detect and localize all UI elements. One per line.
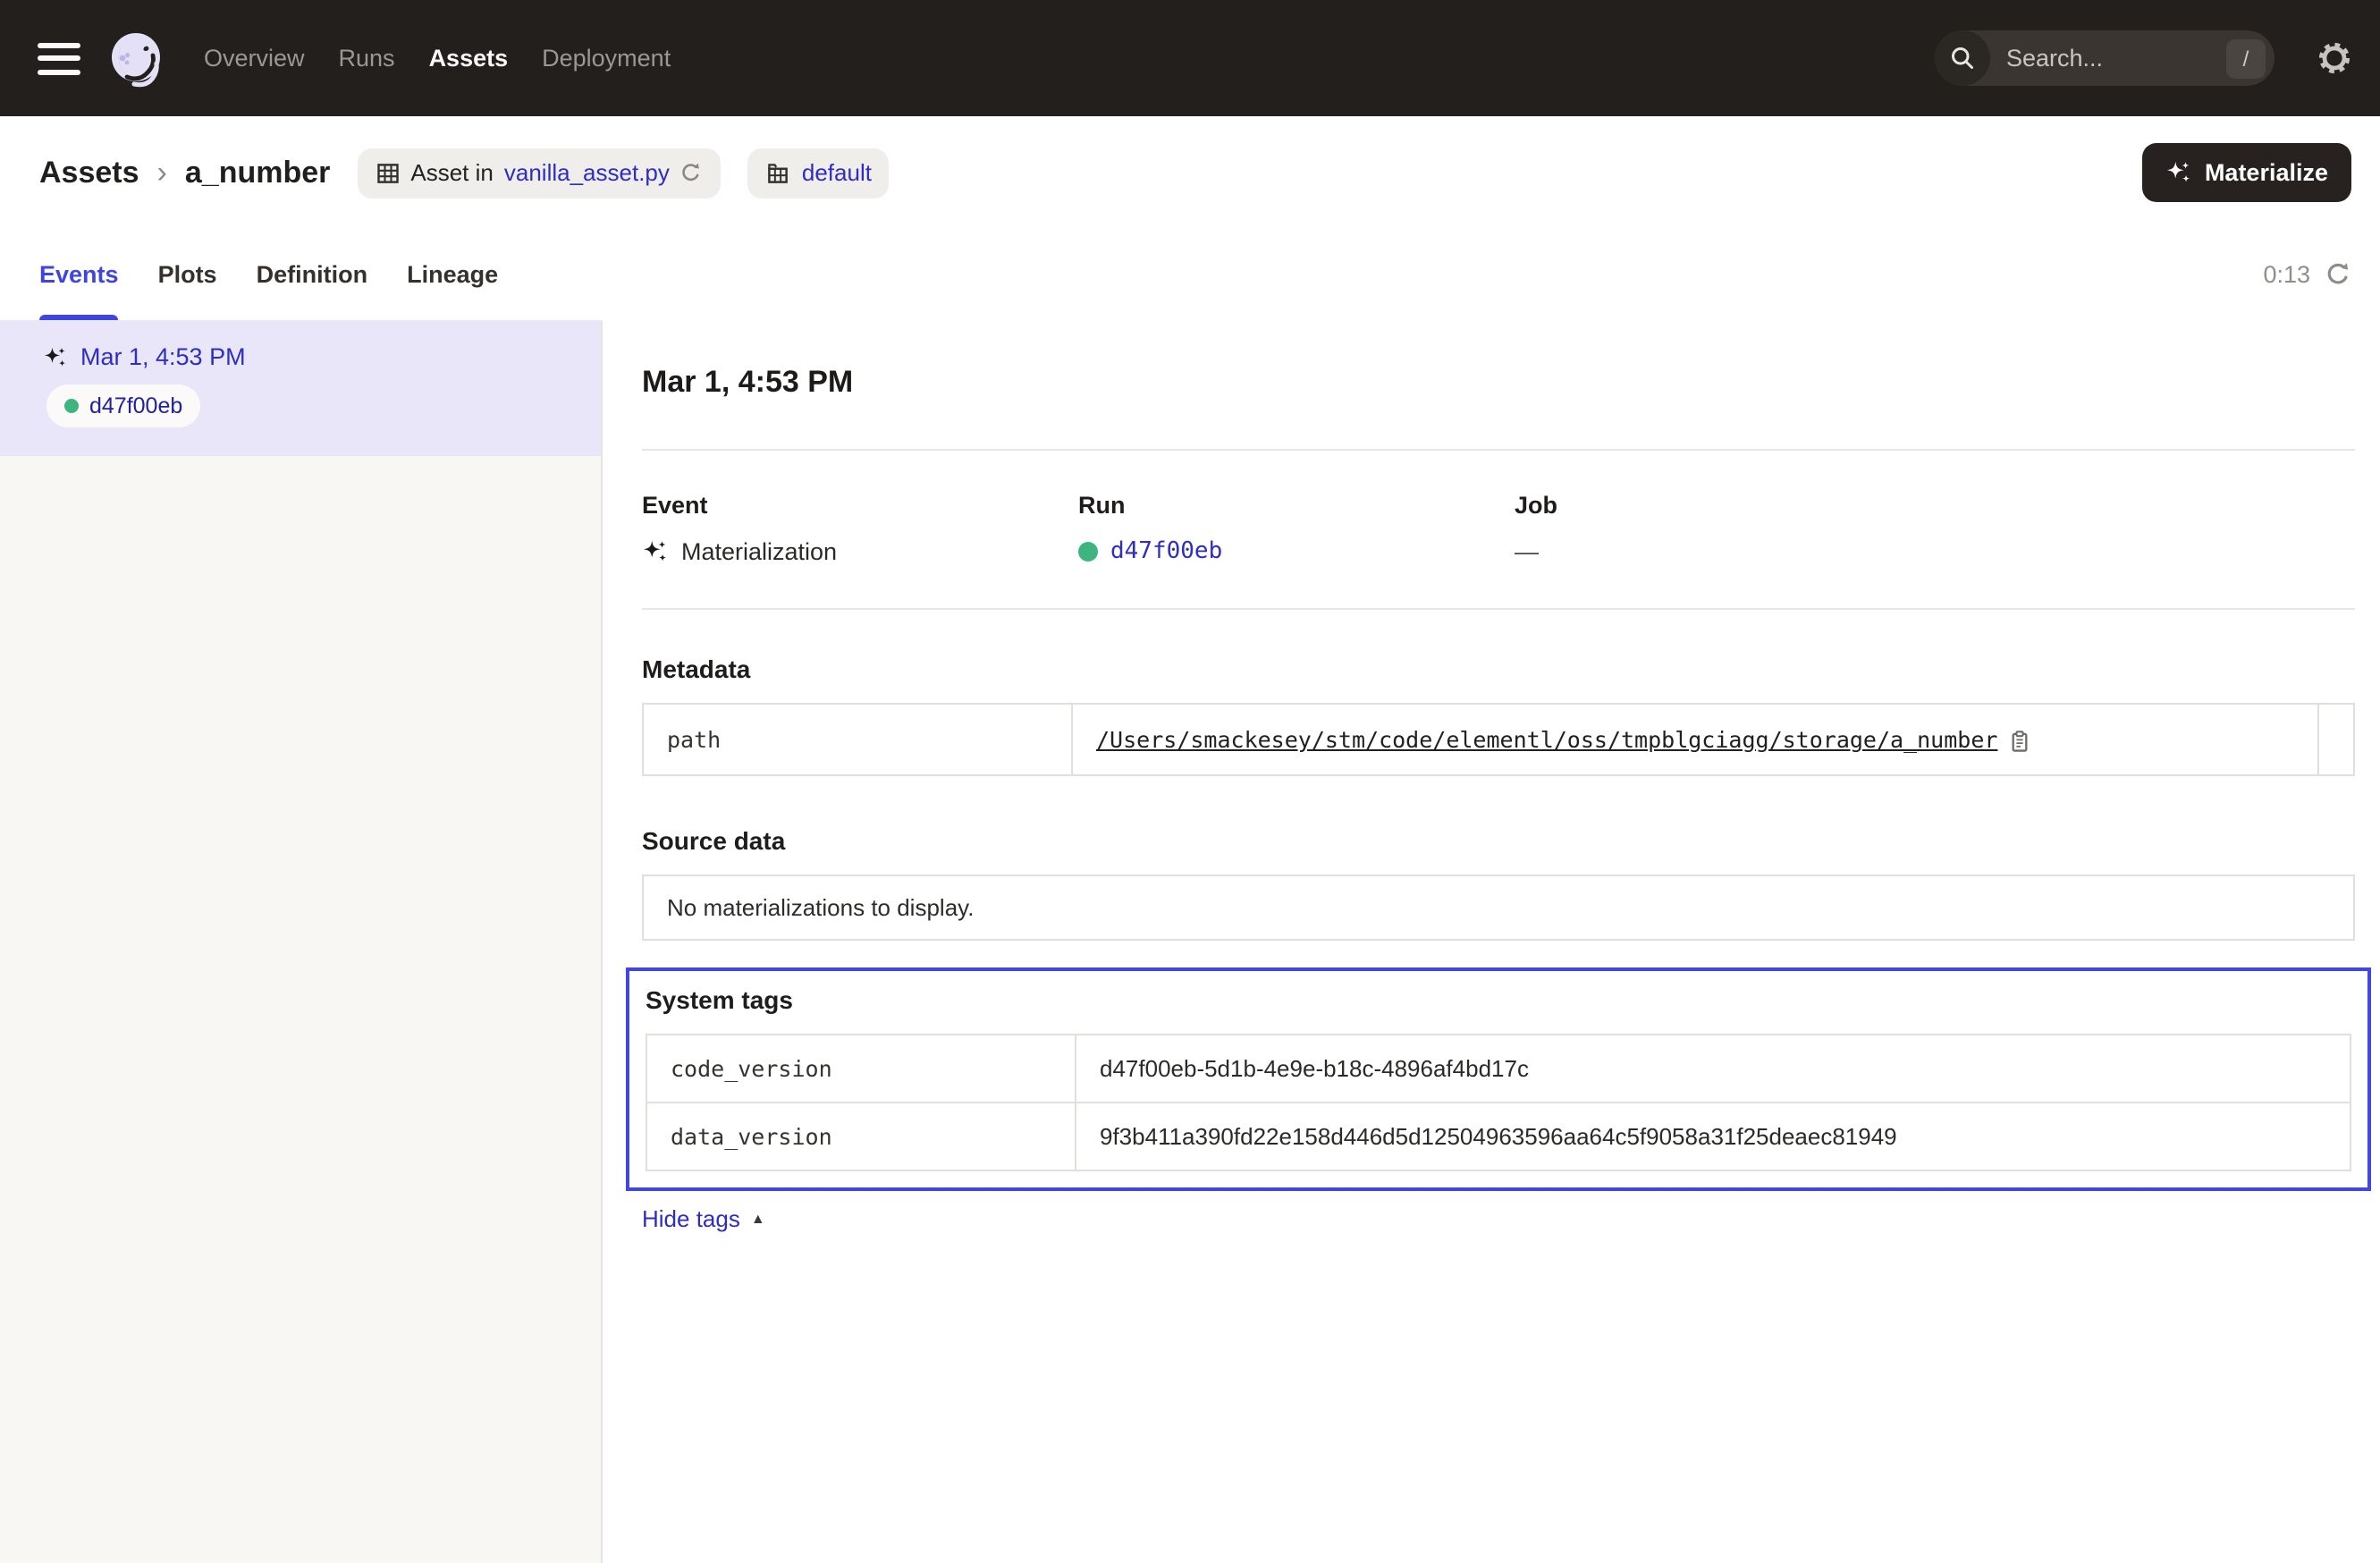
asset-file-link[interactable]: vanilla_asset.py	[504, 159, 670, 186]
dagster-logo-icon[interactable]	[105, 28, 166, 89]
app-window: Overview Runs Assets Deployment /	[0, 0, 2380, 1563]
run-id-link[interactable]: d47f00eb	[1110, 538, 1222, 565]
search-shortcut-badge: /	[2226, 38, 2266, 78]
tab-events[interactable]: Events	[39, 229, 119, 320]
tab-bar: Events Plots Definition Lineage 0:13	[0, 229, 2380, 320]
page-header: Assets › a_number Asset in vanilla_asset…	[0, 116, 2380, 229]
top-nav: Overview Runs Assets Deployment /	[0, 0, 2380, 116]
nav-runs[interactable]: Runs	[339, 45, 395, 72]
event-timestamp-link[interactable]: Mar 1, 4:53 PM	[80, 343, 246, 370]
source-data-empty-message: No materializations to display.	[642, 874, 2355, 941]
nav-right: /	[1935, 30, 2351, 86]
table-row: code_version d47f00eb-5d1b-4e9e-b18c-489…	[646, 1035, 2350, 1103]
source-data-heading: Source data	[642, 826, 2355, 855]
breadcrumb-chevron-icon: ›	[157, 155, 167, 190]
tag-key: code_version	[646, 1035, 1076, 1103]
group-badge[interactable]: default	[748, 148, 890, 198]
run-status-dot	[1078, 542, 1098, 562]
system-tags-highlight-box: System tags code_version d47f00eb-5d1b-4…	[626, 967, 2371, 1191]
table-grid-icon	[375, 160, 400, 185]
system-tags-heading: System tags	[646, 985, 2351, 1014]
reload-definition-icon[interactable]	[680, 161, 704, 184]
event-summary-columns: Event Materialization Run	[642, 492, 2355, 565]
table-row: data_version 9f3b411a390fd22e158d446d5d1…	[646, 1103, 2350, 1170]
divider	[642, 449, 2355, 451]
path-link[interactable]: /Users/smackesey/stm/code/elementl/oss/t…	[1096, 726, 1997, 753]
nav-assets[interactable]: Assets	[429, 45, 509, 72]
materialize-label: Materialize	[2205, 159, 2328, 186]
menu-bar	[38, 69, 80, 74]
nav-overview[interactable]: Overview	[204, 45, 305, 72]
hide-tags-link[interactable]: Hide tags ▲	[642, 1205, 765, 1232]
search-icon	[1935, 30, 1990, 86]
asset-definition-badge[interactable]: Asset in vanilla_asset.py	[357, 148, 722, 198]
metadata-heading: Metadata	[642, 655, 2355, 683]
event-title: Mar 1, 4:53 PM	[642, 365, 2355, 401]
breadcrumb: Assets › a_number Asset in vanilla_asset…	[39, 148, 890, 198]
divider	[642, 608, 2355, 610]
system-tags-table: code_version d47f00eb-5d1b-4e9e-b18c-489…	[646, 1034, 2351, 1171]
event-detail-panel: Mar 1, 4:53 PM Event Materialization	[603, 320, 2380, 1563]
refresh-area: 0:13	[2263, 229, 2351, 320]
job-label: Job	[1515, 492, 1951, 519]
sparkle-icon	[2165, 159, 2192, 186]
event-label: Event	[642, 492, 1078, 519]
nav-deployment[interactable]: Deployment	[542, 45, 671, 72]
refresh-countdown: 0:13	[2263, 261, 2310, 288]
metadata-table: path /Users/smackesey/stm/code/elementl/…	[642, 703, 2355, 776]
event-list-item[interactable]: Mar 1, 4:53 PM d47f00eb	[0, 320, 601, 456]
event-column: Event Materialization	[642, 492, 1078, 565]
page-title: a_number	[185, 155, 331, 190]
run-badge-label: d47f00eb	[89, 393, 182, 418]
tab-lineage[interactable]: Lineage	[407, 229, 498, 320]
run-status-dot	[64, 399, 79, 413]
materialization-icon	[43, 344, 68, 369]
primary-nav: Overview Runs Assets Deployment	[204, 45, 671, 72]
run-label: Run	[1078, 492, 1515, 519]
materialization-icon	[642, 538, 669, 565]
menu-button[interactable]	[38, 38, 80, 78]
job-column: Job —	[1515, 492, 1951, 565]
tab-definition[interactable]: Definition	[257, 229, 368, 320]
content: Mar 1, 4:53 PM d47f00eb Mar 1, 4:53 PM E…	[0, 320, 2380, 1563]
copy-clipboard-icon[interactable]	[2008, 730, 2031, 753]
tag-value: d47f00eb-5d1b-4e9e-b18c-4896af4bd17c	[1076, 1035, 2350, 1103]
breadcrumb-assets-link[interactable]: Assets	[39, 155, 139, 190]
event-list-sidebar: Mar 1, 4:53 PM d47f00eb	[0, 320, 603, 1563]
hide-tags-label: Hide tags	[642, 1205, 740, 1232]
tabs: Events Plots Definition Lineage	[39, 229, 498, 320]
run-badge[interactable]: d47f00eb	[46, 384, 200, 427]
run-column: Run d47f00eb	[1078, 492, 1515, 565]
group-default-link[interactable]: default	[802, 159, 872, 186]
job-value: —	[1515, 538, 1951, 565]
search-box[interactable]: /	[1935, 30, 2275, 86]
search-input[interactable]	[1990, 45, 2226, 72]
table-row: path /Users/smackesey/stm/code/elementl/…	[643, 704, 2354, 775]
metadata-key: path	[643, 704, 1072, 775]
tag-value: 9f3b411a390fd22e158d446d5d12504963596aa6…	[1076, 1103, 2350, 1170]
materialize-button[interactable]: Materialize	[2142, 143, 2351, 202]
refresh-icon[interactable]	[2325, 261, 2351, 288]
asset-badge-text: Asset in	[410, 159, 494, 186]
event-type-value: Materialization	[681, 538, 837, 565]
table-spacer-cell	[2318, 704, 2354, 775]
repo-grid-icon	[766, 160, 791, 185]
tag-key: data_version	[646, 1103, 1076, 1170]
tab-plots[interactable]: Plots	[158, 229, 217, 320]
menu-bar	[38, 55, 80, 61]
menu-bar	[38, 42, 80, 47]
settings-gear-icon[interactable]	[2317, 41, 2351, 75]
caret-up-icon: ▲	[751, 1211, 765, 1227]
